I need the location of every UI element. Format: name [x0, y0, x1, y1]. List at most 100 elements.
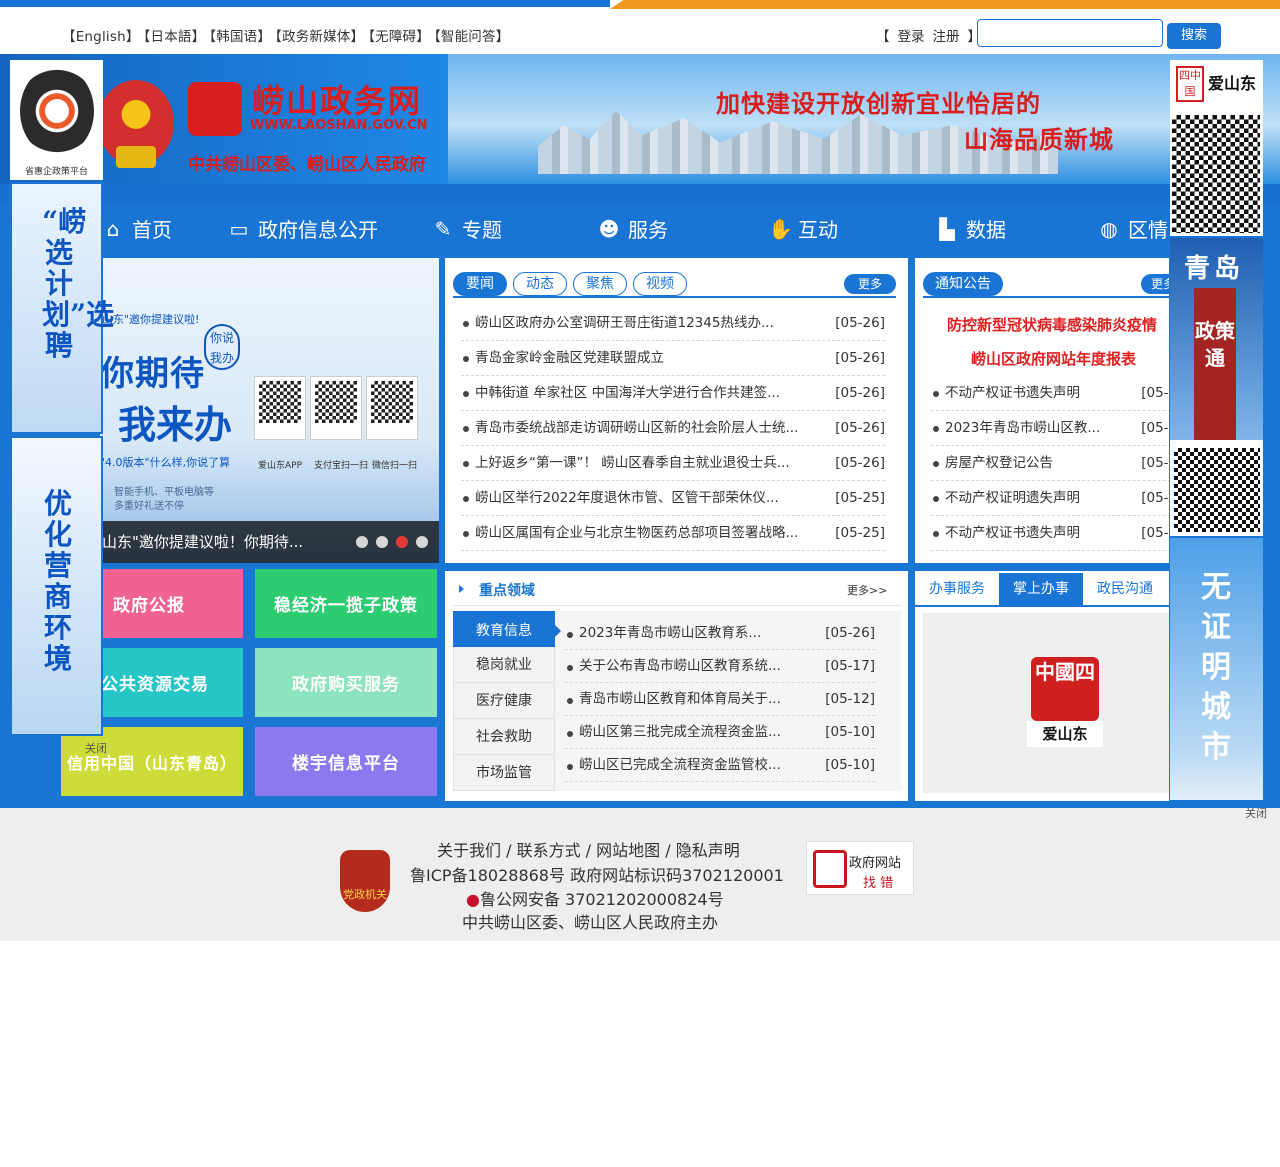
notice-title[interactable]: 不动产权证明遗失声明: [945, 481, 1080, 515]
news-title[interactable]: 青岛市委统战部走访调研崂山区新的社会阶层人士统...: [475, 411, 798, 445]
tile-credit-china[interactable]: 信用中国（山东青岛）: [61, 727, 243, 796]
nav-district[interactable]: ◍ 区情: [1098, 214, 1168, 243]
footer-sitemap-link[interactable]: 网站地图: [596, 841, 660, 860]
list-item[interactable]: 崂山区第三批完成全流程资金监... [05-10]: [565, 716, 875, 749]
news-title[interactable]: 上好返乡“第一课”！ 崂山区春季自主就业退役士兵...: [475, 446, 790, 480]
smart-qa-link[interactable]: 【智能问答】: [434, 29, 509, 45]
news-title[interactable]: 中韩街道 牟家社区 中国海洋大学进行合作共建签...: [475, 376, 780, 410]
side-tab-employment[interactable]: 稳岗就业: [453, 647, 555, 683]
tab-important-news[interactable]: 要闻: [453, 272, 507, 296]
key-item-title[interactable]: 2023年青岛市崂山区教育系...: [579, 617, 761, 650]
tile-gov-procurement[interactable]: 政府购买服务: [255, 648, 437, 717]
notice-title[interactable]: 房屋产权登记公告: [945, 446, 1053, 480]
footer-icp[interactable]: 鲁ICP备18028868号 政府网站标识码3702120001: [410, 862, 784, 886]
list-item[interactable]: 不动产权证书遗失声明 [05-26]: [931, 376, 1169, 411]
list-item[interactable]: 房屋产权登记公告 [05-26]: [931, 446, 1169, 481]
business-env-banner[interactable]: 优化营商环境: [10, 436, 103, 736]
site-url: WWW.LAOSHAN.GOV.CN: [250, 118, 428, 133]
news-title[interactable]: 崂山区政府办公室调研王哥庄街道12345热线办...: [475, 306, 774, 340]
side-tab-social-aid[interactable]: 社会救助: [453, 719, 555, 755]
list-item[interactable]: 2023年青岛市崂山区教... [05-26]: [931, 411, 1169, 446]
nav-topics[interactable]: ✎ 专题: [432, 214, 502, 243]
left-float-close[interactable]: 关闭: [85, 740, 107, 756]
tab-focus[interactable]: 聚焦: [573, 272, 627, 296]
list-item[interactable]: 2023年青岛市崂山区教育系... [05-26]: [565, 617, 875, 650]
side-tab-market-supervision[interactable]: 市场监管: [453, 755, 555, 791]
policy-pass-qr[interactable]: [1170, 440, 1263, 536]
ai-shandong-seal-icon[interactable]: 中國四: [1031, 657, 1099, 721]
list-item[interactable]: 青岛市委统战部走访调研崂山区新的社会阶层人士统... [05-26]: [461, 411, 885, 446]
list-item[interactable]: 关于公布青岛市崂山区教育系统... [05-17]: [565, 650, 875, 683]
key-item-title[interactable]: 关于公布青岛市崂山区教育系统...: [579, 650, 781, 683]
notice-title[interactable]: 2023年青岛市崂山区教...: [945, 411, 1100, 445]
slider-dot-4[interactable]: [416, 536, 428, 548]
footer-contact-link[interactable]: 联系方式: [517, 841, 581, 860]
list-item[interactable]: 崂山区政府办公室调研王哥庄街道12345热线办... [05-26]: [461, 306, 885, 341]
policy-platform-qr[interactable]: 省惠企政策平台: [10, 60, 103, 180]
list-item[interactable]: 青岛金家岭金融区党建联盟成立 [05-26]: [461, 341, 885, 376]
notice-red-link-2[interactable]: 崂山区政府网站年度报表: [971, 348, 1136, 369]
slider-dot-2[interactable]: [376, 536, 388, 548]
nav-data[interactable]: ▙ 数据: [936, 214, 1006, 243]
news-title[interactable]: 崂山区属国有企业与北京生物医药总部项目签署战略...: [475, 516, 798, 550]
notice-title[interactable]: 不动产权证书遗失声明: [945, 516, 1080, 550]
side-tab-education[interactable]: 教育信息: [453, 611, 561, 647]
new-media-link[interactable]: 【政务新媒体】: [275, 29, 364, 45]
tile-economy-policy[interactable]: 稳经济一揽子政策: [255, 569, 437, 638]
tab-video[interactable]: 视频: [633, 272, 687, 296]
list-item[interactable]: 崂山区属国有企业与北京生物医药总部项目签署战略... [05-25]: [461, 516, 885, 551]
lang-japanese-link[interactable]: 【日本語】: [144, 29, 206, 45]
lang-english-link[interactable]: 【English】: [62, 29, 140, 45]
party-gov-badge-icon[interactable]: 党政机关: [340, 850, 390, 912]
notice-date: [05-26]: [1141, 385, 1169, 401]
right-float-close[interactable]: 关闭: [1245, 805, 1267, 821]
tile-building-info[interactable]: 楼宇信息平台: [255, 727, 437, 796]
nav-interaction[interactable]: ✋ 互动: [768, 214, 838, 243]
list-item[interactable]: 崂山区举行2022年度退休市管、区管干部荣休仪... [05-25]: [461, 481, 885, 516]
tab-citizen-communication[interactable]: 政民沟通: [1083, 573, 1167, 605]
login-link[interactable]: 登录: [898, 29, 925, 45]
footer-privacy-link[interactable]: 隐私声明: [676, 841, 740, 860]
no-proof-city-banner[interactable]: 无证明城市: [1170, 538, 1263, 800]
notice-red-link-1[interactable]: 防控新型冠状病毒感染肺炎疫情: [947, 314, 1157, 335]
list-item[interactable]: 中韩街道 牟家社区 中国海洋大学进行合作共建签... [05-26]: [461, 376, 885, 411]
news-title[interactable]: 崂山区举行2022年度退休市管、区管干部荣休仪...: [475, 481, 779, 515]
key-item-title[interactable]: 崂山区已完成全流程资金监管校...: [579, 749, 781, 782]
news-slider[interactable]: 山东"邀你提建议啦! 你说我办 你期待 我来办 爱山东APP 支付宝扫一扫 微信…: [100, 258, 439, 563]
tab-dynamics[interactable]: 动态: [513, 272, 567, 296]
slider-dot-1[interactable]: [356, 536, 368, 548]
find-error-button[interactable]: 政府网站 找 错: [806, 841, 914, 895]
side-tab-healthcare[interactable]: 医疗健康: [453, 683, 555, 719]
laoxuan-banner[interactable]: “崂选计划”选聘: [10, 182, 114, 434]
ai-shandong-label[interactable]: 爱山东: [1027, 721, 1103, 747]
news-more-button[interactable]: 更多: [844, 274, 896, 294]
nav-gov-info[interactable]: ▭ 政府信息公开: [228, 214, 378, 243]
list-item[interactable]: 青岛市崂山区教育和体育局关于... [05-12]: [565, 683, 875, 716]
footer-police[interactable]: 鲁公网安备 37021202000824号: [480, 890, 724, 909]
site-name[interactable]: 崂山政务网: [252, 76, 422, 122]
footer-about-link[interactable]: 关于我们: [437, 841, 501, 860]
key-areas-more-link[interactable]: 更多>>: [847, 582, 887, 598]
nav-services[interactable]: ☻ 服务: [598, 214, 668, 243]
list-item[interactable]: 不动产权证书遗失声明 [05-26]: [931, 516, 1169, 551]
news-title[interactable]: 青岛金家岭金融区党建联盟成立: [475, 341, 664, 375]
list-item[interactable]: 不动产权证明遗失声明 [05-26]: [931, 481, 1169, 516]
slider-dot-3[interactable]: [396, 536, 408, 548]
lang-korean-link[interactable]: 【韩国语】: [209, 29, 271, 45]
key-item-title[interactable]: 青岛市崂山区教育和体育局关于...: [579, 683, 781, 716]
search-input[interactable]: [977, 19, 1163, 47]
list-item[interactable]: 崂山区已完成全流程资金监管校... [05-10]: [565, 749, 875, 782]
search-button[interactable]: 搜索: [1167, 23, 1221, 49]
list-item[interactable]: 上好返乡“第一课”！ 崂山区春季自主就业退役士兵... [05-26]: [461, 446, 885, 481]
accessibility-link[interactable]: 【无障碍】: [368, 29, 430, 45]
tab-mobile-service[interactable]: 掌上办事: [999, 573, 1083, 605]
nav-home[interactable]: ⌂ 首页: [102, 214, 172, 243]
qingdao-policy-ad[interactable]: 青岛 政策通: [1170, 238, 1263, 440]
ai-shandong-ad[interactable]: 四中国 爱山东: [1170, 60, 1263, 236]
notice-title-tab[interactable]: 通知公告: [923, 272, 1003, 296]
notice-title[interactable]: 不动产权证书遗失声明: [945, 376, 1080, 410]
tab-affairs-service[interactable]: 办事服务: [915, 573, 999, 605]
notice-more-button[interactable]: 更多: [1141, 274, 1169, 294]
key-item-title[interactable]: 崂山区第三批完成全流程资金监...: [579, 716, 781, 749]
register-link[interactable]: 注册: [933, 29, 960, 45]
